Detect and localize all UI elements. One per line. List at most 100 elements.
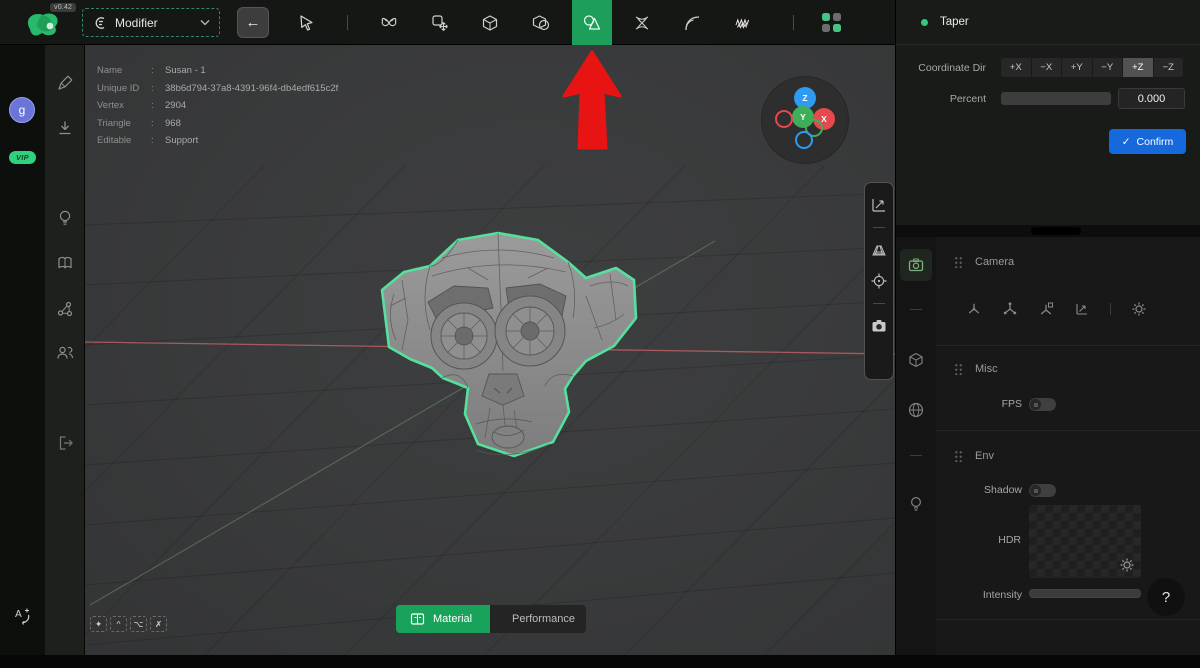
toolbar-divider (347, 15, 348, 30)
dir-minus-z[interactable]: −Z (1154, 58, 1184, 77)
camera-axis-icon-1[interactable] (966, 301, 982, 317)
hotkey-alt: ⌥ (130, 616, 147, 632)
light-tab-icon[interactable] (907, 495, 925, 513)
strip-divider (910, 455, 922, 456)
material-icon (410, 612, 425, 626)
env-section-header[interactable]: Env (954, 450, 994, 462)
avatar[interactable]: g (9, 97, 35, 123)
version-badge: v0.42 (50, 3, 76, 12)
camera-snapshot-icon[interactable] (870, 317, 888, 335)
logout-icon[interactable] (56, 434, 74, 452)
deform-tool-button[interactable] (369, 0, 409, 45)
info-row: Vertex:2904 (97, 97, 338, 115)
viewport-3d[interactable]: Name:Susan - 1 Unique ID:38b6d794-37a8-4… (85, 45, 895, 655)
percent-slider[interactable] (1001, 92, 1111, 105)
eye-left (431, 303, 497, 369)
cube-icon (480, 13, 500, 33)
help-button[interactable]: ? (1147, 578, 1185, 616)
grid-plane-icon[interactable] (870, 241, 888, 259)
hotkey-ctrl: ^ (110, 616, 127, 632)
info-row: Editable:Support (97, 132, 338, 150)
dir-plus-x[interactable]: +X (1001, 58, 1031, 77)
modifier-dropdown[interactable]: Modifier (82, 8, 220, 37)
book-icon[interactable] (56, 254, 74, 272)
cube-circle-icon (531, 13, 551, 33)
view-options-toolbar (864, 182, 894, 380)
hotkey-x: ✗ (150, 616, 167, 632)
taper-icon (582, 13, 602, 33)
coordinate-dir-segmented: +X −X +Y −Y +Z −Z (1001, 58, 1183, 77)
camera-axis-icon-4[interactable] (1074, 301, 1090, 317)
measure-axis-icon[interactable] (870, 196, 888, 214)
language-icon[interactable]: A (13, 606, 32, 625)
mesh-tool-button[interactable] (470, 0, 510, 45)
world-tab-icon[interactable] (907, 401, 925, 419)
dir-minus-x[interactable]: −X (1032, 58, 1062, 77)
modifier-panel: Taper Coordinate Dir +X −X +Y −Y +Z −Z P… (895, 0, 1200, 655)
toolbar-divider (873, 303, 885, 304)
active-modifier-dot (921, 19, 928, 26)
tab-material[interactable]: Material (396, 605, 490, 633)
panel-scroll-band (896, 225, 1200, 237)
chin (492, 426, 524, 448)
shadow-label: Shadow (936, 484, 1022, 496)
taper-tool-button-active[interactable] (572, 0, 612, 45)
suzanne-model[interactable] (372, 228, 642, 468)
section-divider (936, 619, 1200, 620)
coordinate-dir-label: Coordinate Dir (896, 62, 986, 74)
fps-toggle-off[interactable] (1029, 398, 1056, 411)
focus-crosshair-icon[interactable] (870, 272, 888, 290)
hotkey-cmd: ✦ (90, 616, 107, 632)
tab-performance[interactable]: Performance (490, 605, 586, 633)
dir-plus-y[interactable]: +Y (1062, 58, 1092, 77)
eye-right (495, 296, 565, 366)
toolbar-divider (793, 15, 794, 30)
orientation-gizmo[interactable]: Z Y X (761, 76, 849, 164)
drag-handle-icon[interactable] (954, 363, 963, 375)
camera-section-header[interactable]: Camera (954, 256, 1014, 268)
camera-axis-icon-2[interactable] (1002, 301, 1018, 317)
pen-tool-icon[interactable] (56, 74, 74, 92)
vip-badge[interactable]: VIP (9, 151, 36, 164)
boolean-tool-button[interactable] (521, 0, 561, 45)
lamp-icon[interactable] (56, 209, 74, 227)
drag-handle-icon[interactable] (954, 450, 963, 462)
users-icon[interactable] (56, 344, 74, 362)
workspace-sidebar (45, 45, 85, 655)
drag-handle-icon[interactable] (954, 256, 963, 268)
bottom-bar (0, 655, 1200, 668)
render-mode-tabs: Material Performance (396, 605, 586, 633)
bend-icon (682, 13, 702, 33)
camera-axis-icon-3[interactable] (1038, 301, 1054, 317)
bend-tool-button[interactable] (672, 0, 712, 45)
transform-tool-button[interactable] (420, 0, 460, 45)
deform-icon (379, 13, 399, 33)
info-row: Triangle:968 (97, 115, 338, 133)
noise-tool-button[interactable] (723, 0, 763, 45)
dir-minus-y[interactable]: −Y (1093, 58, 1123, 77)
hotkey-hints: ✦ ^ ⌥ ✗ (90, 616, 167, 632)
twist-tool-button[interactable] (622, 0, 662, 45)
library-grid-button[interactable] (811, 0, 851, 45)
panel-scroll-handle[interactable] (1031, 227, 1081, 235)
percent-value-input[interactable]: 0.000 (1118, 88, 1185, 109)
gizmo-x-negative[interactable] (775, 110, 793, 128)
intensity-label: Intensity (936, 589, 1022, 601)
dir-plus-z-selected[interactable]: +Z (1123, 58, 1153, 77)
properties-tab-strip (896, 237, 936, 655)
camera-settings-gear-icon[interactable] (1131, 301, 1147, 317)
gizmo-z-negative[interactable] (795, 131, 813, 149)
download-icon[interactable] (56, 119, 74, 137)
misc-section-header[interactable]: Misc (954, 363, 998, 375)
back-button[interactable]: ← (237, 7, 269, 38)
object-tab-icon[interactable] (907, 351, 925, 369)
intensity-slider[interactable] (1029, 589, 1141, 598)
share-nodes-icon[interactable] (56, 300, 74, 318)
select-tool-button[interactable] (286, 0, 326, 45)
hdr-gear-icon[interactable] (1119, 557, 1135, 573)
shadow-toggle-off[interactable] (1029, 484, 1056, 497)
app-window: v0.42 Modifier ← (0, 0, 1200, 668)
hdr-swatch[interactable] (1029, 505, 1141, 578)
camera-tab-active[interactable] (900, 249, 932, 281)
confirm-button[interactable]: ✓ Confirm (1109, 129, 1186, 154)
